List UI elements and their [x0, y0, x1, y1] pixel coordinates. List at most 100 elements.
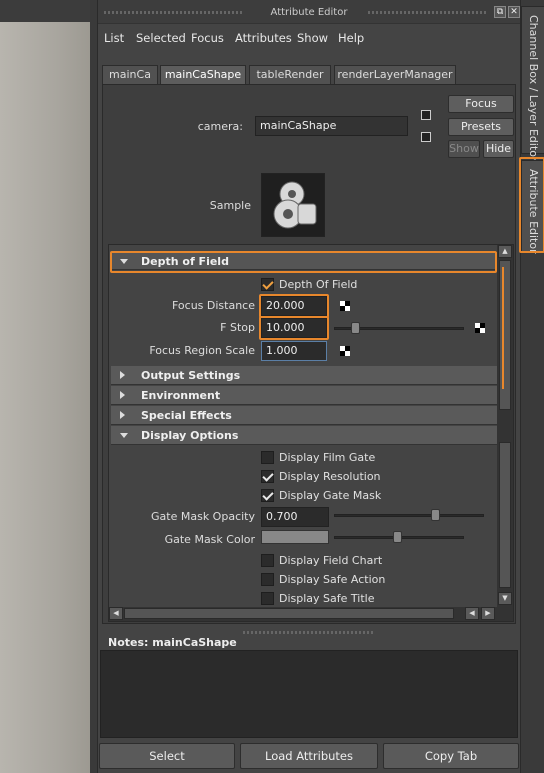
section-title: Special Effects [141, 409, 232, 422]
focus-region-scale-label: Focus Region Scale [149, 344, 255, 357]
section-title: Environment [141, 389, 221, 402]
scroll-left-end-icon[interactable]: ◀ [465, 607, 479, 620]
scroll-thumb[interactable] [499, 260, 511, 410]
collapse-arrow-icon [120, 433, 128, 438]
output-connection-icon[interactable] [421, 132, 431, 142]
sample-label: Sample [209, 199, 251, 212]
hide-button[interactable]: Hide [483, 140, 514, 158]
tab-mainca[interactable]: mainCa [102, 65, 158, 84]
side-tab-strip: Channel Box / Layer Editor Attribute Edi… [519, 0, 544, 773]
tab-channel-box[interactable]: Channel Box / Layer Editor [521, 6, 544, 162]
display-gate-mask-checkbox[interactable] [261, 489, 274, 502]
copy-tab-button[interactable]: Copy Tab [383, 743, 519, 769]
menu-bar: List Selected Focus Attributes Show Help [98, 27, 520, 49]
scroll-right-icon[interactable]: ▶ [481, 607, 495, 620]
focus-button[interactable]: Focus [448, 95, 514, 113]
expand-arrow-icon [120, 371, 125, 379]
scroll-down-icon[interactable]: ▼ [498, 592, 512, 605]
gate-mask-opacity-label: Gate Mask Opacity [151, 510, 255, 523]
channel-box-tab-label: Channel Box / Layer Editor [527, 15, 540, 162]
display-safe-action-checkbox[interactable] [261, 573, 274, 586]
focus-distance-field[interactable]: 20.000 [261, 296, 327, 316]
gate-mask-opacity-field[interactable]: 0.700 [261, 507, 329, 527]
sample-render-icon [262, 174, 324, 236]
tab-content: camera: mainCaShape Focus Presets Show H… [102, 84, 516, 624]
menu-focus[interactable]: Focus [191, 31, 224, 45]
menu-attributes[interactable]: Attributes [235, 31, 292, 45]
display-resolution-checkbox[interactable] [261, 470, 274, 483]
section-title: Display Options [141, 429, 239, 442]
section-special-effects[interactable]: Special Effects [111, 406, 497, 425]
section-output-settings[interactable]: Output Settings [111, 366, 497, 385]
presets-button[interactable]: Presets [448, 118, 514, 136]
scroll-track-thumb[interactable] [499, 442, 511, 588]
notes-label: Notes: mainCaShape [108, 636, 237, 649]
menu-selected[interactable]: Selected [136, 31, 186, 45]
scroll-highlight-mark [502, 267, 504, 389]
camera-label: camera: [197, 120, 243, 133]
viewport-header-strip [0, 0, 97, 22]
f-stop-field[interactable]: 10.000 [261, 318, 327, 338]
tab-maincashape[interactable]: mainCaShape [160, 65, 246, 84]
display-field-chart-checkbox[interactable] [261, 554, 274, 567]
sample-swatch [261, 173, 325, 237]
notes-resize-grip[interactable] [243, 631, 373, 634]
section-depth-of-field[interactable]: Depth of Field [111, 251, 497, 270]
window-title: Attribute Editor [270, 7, 348, 18]
expand-arrow-icon [120, 391, 125, 399]
gate-mask-color-swatch[interactable] [261, 530, 329, 544]
tab-renderlayermanager[interactable]: renderLayerManager [334, 65, 456, 84]
attribute-editor-panel: Attribute Editor ⧉ ✕ List Selected Focus… [98, 0, 520, 773]
close-window-icon[interactable]: ✕ [508, 6, 520, 18]
scroll-up-icon[interactable]: ▲ [498, 245, 512, 258]
display-safe-action-label: Display Safe Action [279, 573, 386, 586]
scroll-left-icon[interactable]: ◀ [109, 607, 123, 620]
input-connection-icon[interactable] [421, 110, 431, 120]
display-field-chart-label: Display Field Chart [279, 554, 383, 567]
focus-region-scale-field[interactable]: 1.000 [261, 341, 327, 361]
depth-of-field-label: Depth Of Field [279, 278, 358, 291]
gate-mask-color-label: Gate Mask Color [164, 533, 255, 546]
menu-help[interactable]: Help [338, 31, 364, 45]
show-button[interactable]: Show [448, 140, 480, 158]
tab-tablerender[interactable]: tableRender [249, 65, 331, 84]
horizontal-scrollbar[interactable]: ◀ ◀ ▶ [109, 607, 513, 621]
display-film-gate-checkbox[interactable] [261, 451, 274, 464]
gate-mask-color-thumb[interactable] [393, 531, 402, 543]
menu-list[interactable]: List [104, 31, 124, 45]
expand-arrow-icon [120, 411, 125, 419]
focus-distance-label: Focus Distance [171, 299, 255, 312]
gate-mask-opacity-thumb[interactable] [431, 509, 440, 521]
display-resolution-label: Display Resolution [279, 470, 381, 483]
hscroll-thumb[interactable] [124, 608, 454, 619]
float-window-icon[interactable]: ⧉ [494, 6, 506, 18]
map-button-icon[interactable] [340, 346, 350, 356]
tab-attribute-editor[interactable]: Attribute Editor [521, 160, 544, 254]
display-film-gate-label: Display Film Gate [279, 451, 376, 464]
display-safe-title-checkbox[interactable] [261, 592, 274, 605]
section-environment[interactable]: Environment [111, 386, 497, 405]
vertical-scrollbar[interactable]: ▲ ▼ [497, 245, 513, 607]
select-button[interactable]: Select [99, 743, 235, 769]
f-stop-slider-thumb[interactable] [351, 322, 360, 334]
attribute-scroll-area[interactable]: Depth of Field Depth Of Field Focus Dist… [108, 244, 514, 622]
section-title: Depth of Field [141, 255, 229, 268]
section-display-options[interactable]: Display Options [111, 426, 497, 445]
panel-divider[interactable] [90, 0, 98, 773]
map-button-icon[interactable] [340, 301, 350, 311]
display-gate-mask-label: Display Gate Mask [279, 489, 382, 502]
map-button-icon[interactable] [475, 323, 485, 333]
menu-show[interactable]: Show [297, 31, 328, 45]
f-stop-label: F Stop [220, 321, 255, 334]
collapse-arrow-icon [120, 259, 128, 264]
depth-of-field-checkbox[interactable] [261, 278, 274, 291]
load-attributes-button[interactable]: Load Attributes [240, 743, 378, 769]
gate-mask-opacity-slider[interactable] [334, 514, 484, 517]
camera-name-field[interactable]: mainCaShape [255, 116, 408, 136]
section-title: Output Settings [141, 369, 241, 382]
node-tabs: mainCa mainCaShape tableRender renderLay… [102, 65, 516, 84]
attribute-editor-tab-label: Attribute Editor [527, 169, 540, 254]
title-bar: Attribute Editor ⧉ ✕ [98, 0, 520, 24]
display-safe-title-label: Display Safe Title [279, 592, 375, 605]
notes-textarea[interactable] [100, 650, 518, 738]
